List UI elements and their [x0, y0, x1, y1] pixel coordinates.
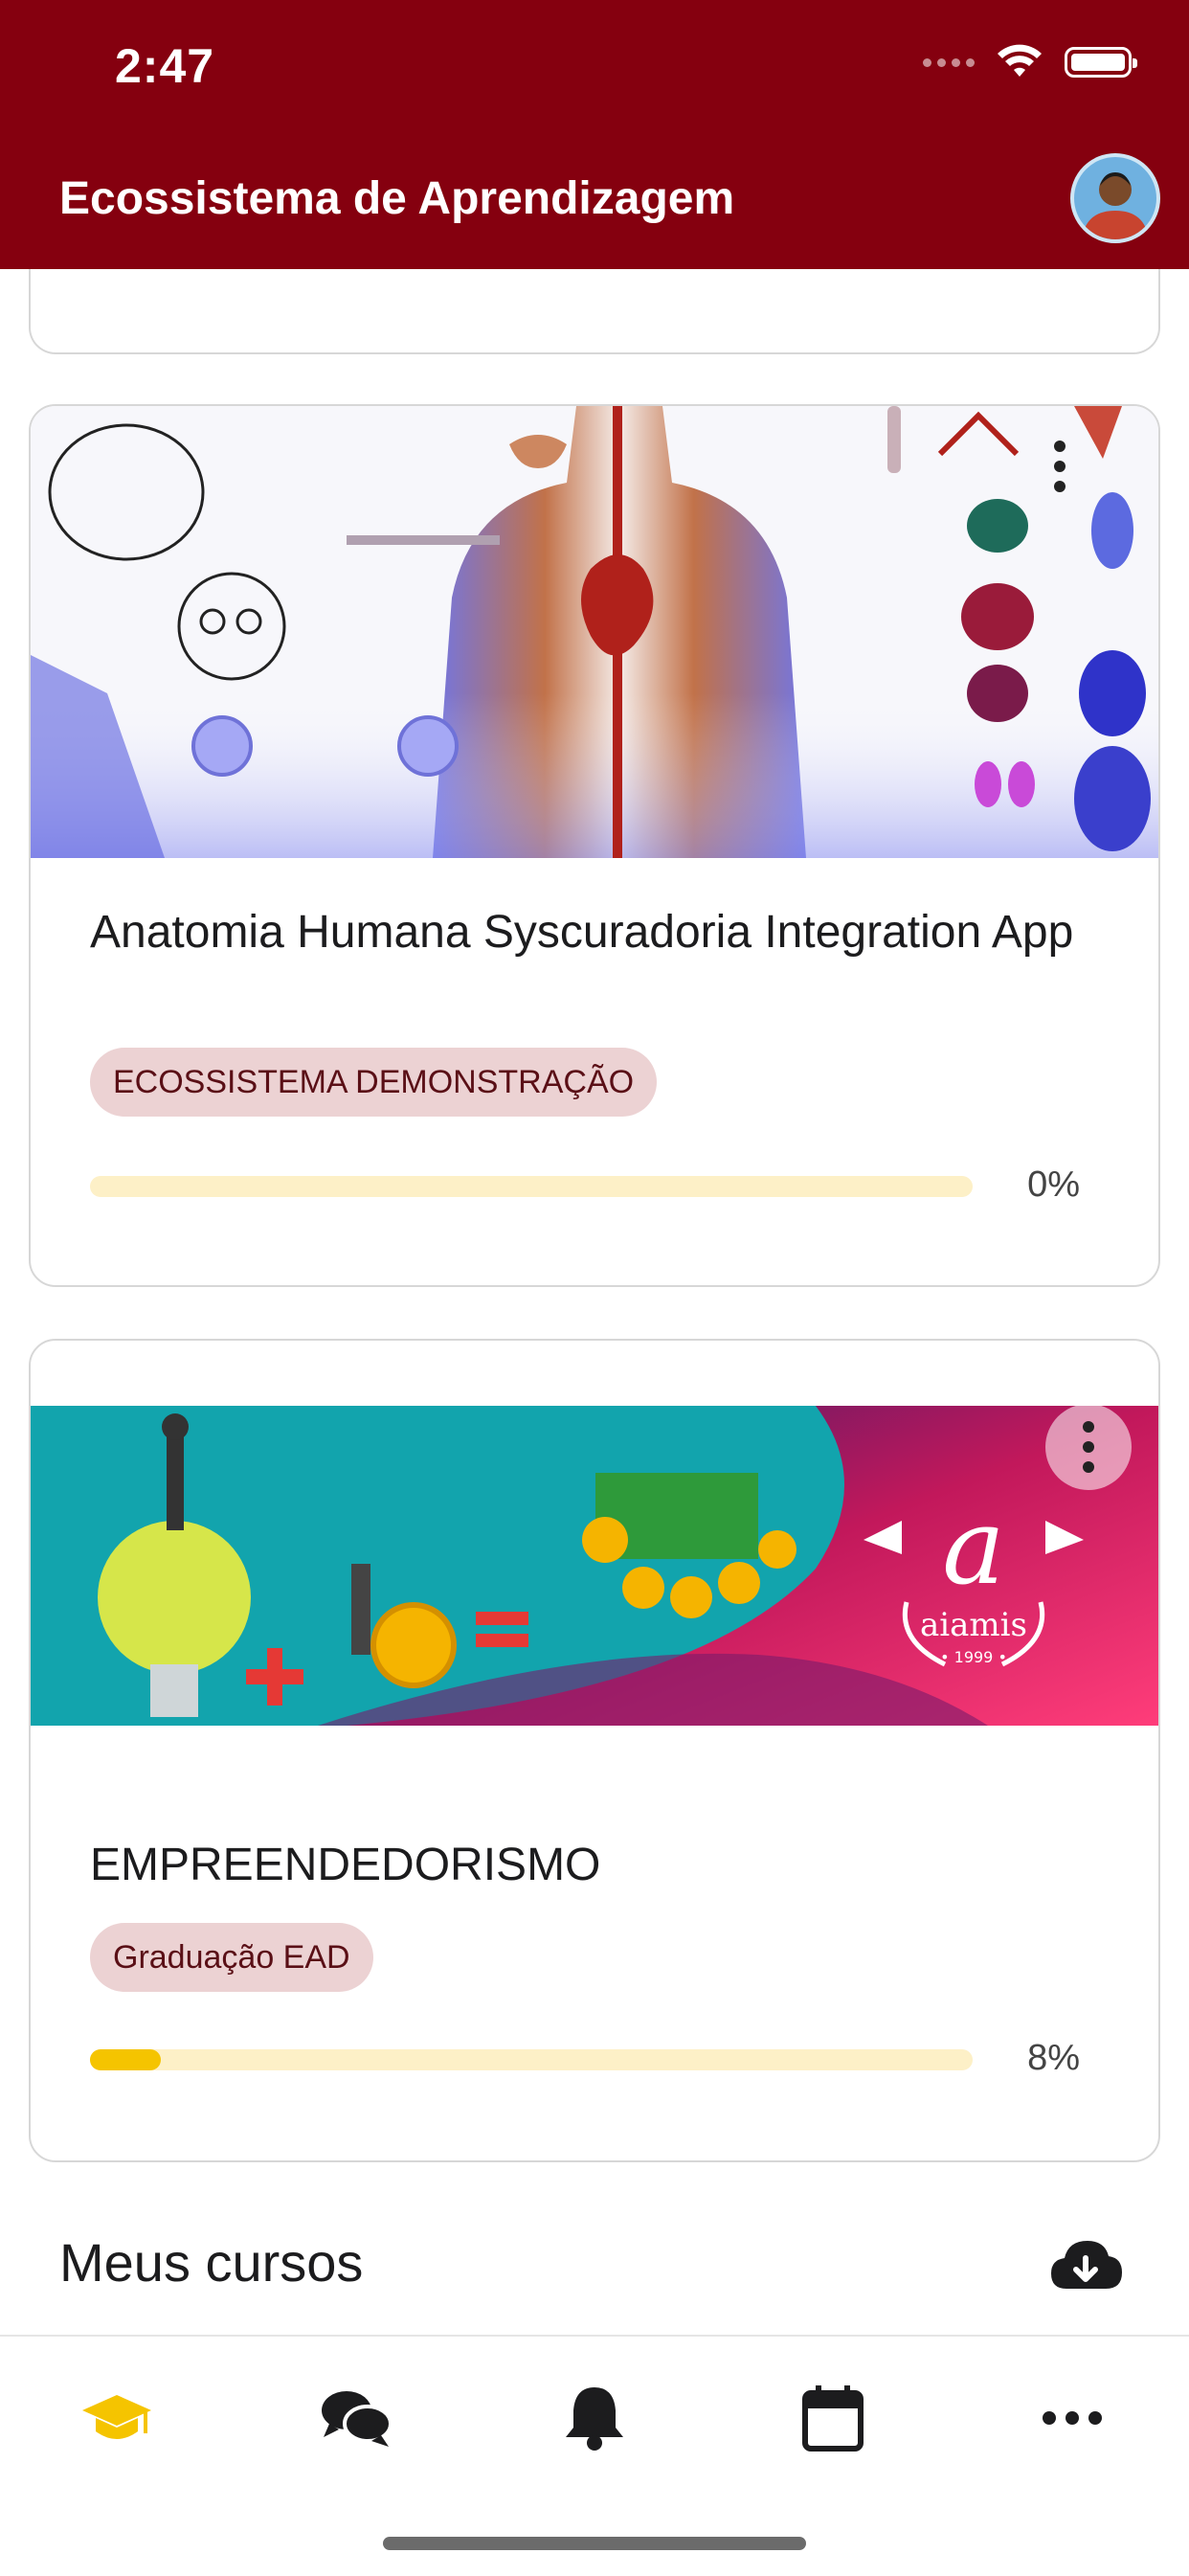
course-category-tag: ECOSSISTEMA DEMONSTRAÇÃO: [90, 1048, 658, 1117]
tab-messages[interactable]: [313, 2375, 399, 2461]
avatar[interactable]: [1070, 153, 1160, 243]
cloud-download-button[interactable]: [1049, 2231, 1122, 2304]
course-menu-button[interactable]: [1017, 423, 1103, 509]
signal-icon: [923, 57, 975, 67]
home-indicator: [383, 2537, 806, 2550]
course-card[interactable]: Anatomia Humana Syscuradoria Integration…: [29, 404, 1160, 1287]
tab-calendar[interactable]: [790, 2375, 876, 2461]
chat-bubbles-icon: [322, 2391, 393, 2447]
wifi-icon: [998, 44, 1042, 77]
section-title-my-courses: Meus cursos: [59, 2232, 364, 2293]
course-image-entrepreneurship: a aiamis • 1999 •: [31, 1406, 1158, 1726]
course-progress-fill: [90, 2049, 161, 2070]
course-image-anatomy: [31, 406, 1158, 858]
course-progress-label: 0%: [1027, 1164, 1080, 1205]
app-title: Ecossistema de Aprendizagem: [59, 173, 735, 224]
calendar-icon: [802, 2385, 864, 2452]
cloud-download-icon: [1051, 2241, 1122, 2289]
tab-notifications[interactable]: [551, 2375, 638, 2461]
course-progress-bar: [90, 2049, 973, 2070]
status-icons: [923, 44, 1137, 80]
app-header: 2:47 Ecossistema de Aprendizagem: [0, 0, 1189, 269]
course-progress-bar: [90, 1176, 973, 1197]
graduation-cap-icon: [82, 2395, 151, 2439]
tab-courses[interactable]: [74, 2375, 160, 2461]
svg-text:• 1999 •: • 1999 •: [940, 1648, 1007, 1666]
course-title: Anatomia Humana Syscuradoria Integration…: [90, 907, 1074, 958]
more-horizontal-icon: [1043, 2411, 1102, 2425]
more-vertical-icon: [1054, 441, 1066, 492]
course-title: EMPREENDEDORISMO: [90, 1840, 601, 1890]
course-category-tag: Graduação EAD: [90, 1923, 373, 1992]
battery-icon: [1065, 47, 1137, 78]
tab-more[interactable]: [1029, 2375, 1115, 2461]
svg-text:aiamis: aiamis: [920, 1606, 1027, 1644]
status-time: 2:47: [115, 39, 215, 93]
bell-icon: [566, 2387, 623, 2451]
course-menu-button[interactable]: [1045, 1404, 1132, 1490]
svg-text:a: a: [942, 1485, 1005, 1608]
more-vertical-icon: [1083, 1421, 1094, 1473]
course-card[interactable]: a aiamis • 1999 • EMPREENDEDORISMO Gradu…: [29, 1339, 1160, 2162]
course-progress-label: 8%: [1027, 2038, 1080, 2078]
